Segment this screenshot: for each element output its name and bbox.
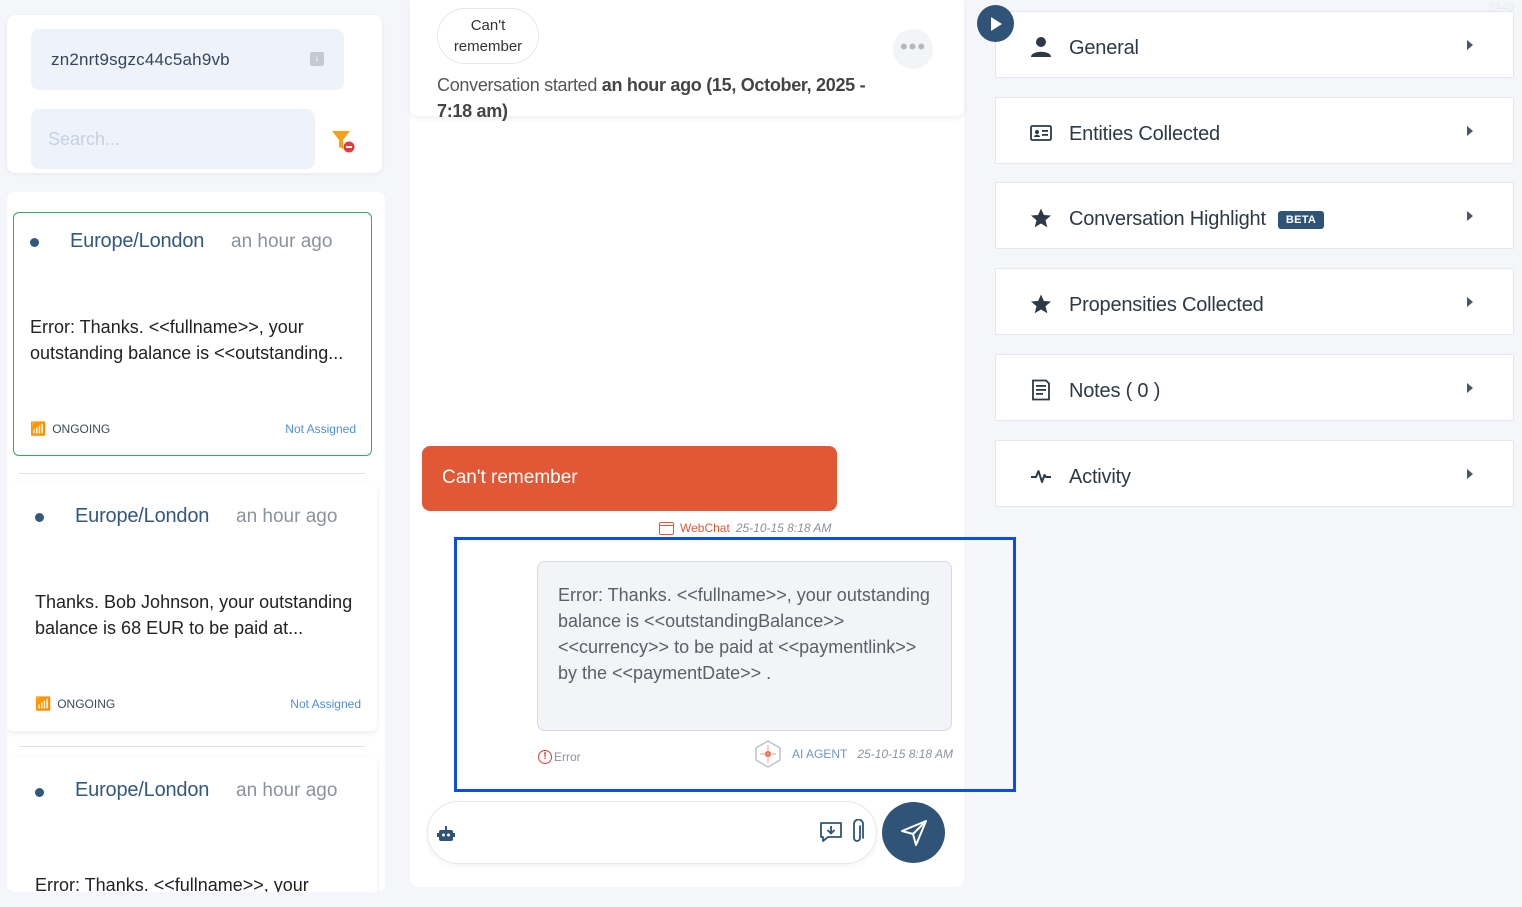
section-propensities-collected[interactable]: Propensities Collected bbox=[995, 268, 1514, 335]
activity-icon bbox=[1031, 470, 1051, 483]
started-prefix: Conversation started bbox=[437, 75, 602, 95]
message-timestamp: 25-10-15 8:18 AM bbox=[735, 521, 832, 535]
message-timestamp: 25-10-15 8:18 AM bbox=[857, 747, 953, 761]
channel-label: WebChat bbox=[680, 521, 730, 535]
divider bbox=[19, 473, 365, 474]
download-icon[interactable]: ↓ bbox=[310, 52, 324, 66]
section-label: Activity bbox=[1069, 466, 1131, 488]
send-button[interactable] bbox=[882, 802, 945, 863]
star-icon bbox=[1031, 208, 1051, 228]
search-input[interactable] bbox=[31, 109, 315, 169]
agent-label: AI AGENT bbox=[792, 747, 848, 761]
caret-right-icon bbox=[1467, 469, 1473, 479]
status-ongoing: 📶 ONGOING bbox=[30, 421, 110, 437]
caret-right-icon bbox=[1467, 383, 1473, 393]
conversation-timezone: Europe/London bbox=[75, 779, 210, 801]
top-message-pill: Can't remember bbox=[437, 8, 539, 64]
caret-right-icon bbox=[1467, 297, 1473, 307]
message-composer bbox=[427, 801, 877, 864]
quick-reply-icon[interactable] bbox=[819, 821, 843, 843]
play-icon bbox=[990, 16, 1002, 31]
conversation-started-text: Conversation started an hour ago (15, Oc… bbox=[437, 72, 897, 124]
section-label: Conversation Highlight bbox=[1069, 208, 1266, 230]
filter-clear-icon[interactable] bbox=[330, 128, 356, 154]
conversation-card-active[interactable]: Europe/London an hour ago Error: Thanks.… bbox=[13, 212, 372, 456]
message-input[interactable] bbox=[466, 816, 801, 850]
conversation-timezone: Europe/London bbox=[75, 505, 210, 527]
bot-icon[interactable] bbox=[436, 824, 456, 844]
webchat-icon bbox=[659, 521, 674, 535]
conversation-preview: Error: Thanks. <<fullname>>, your bbox=[35, 875, 309, 892]
status-label: ONGOING bbox=[57, 697, 116, 711]
assignment-link[interactable]: Not Assigned bbox=[290, 697, 361, 711]
user-message-bubble: Can't remember bbox=[422, 446, 837, 511]
divider bbox=[19, 746, 365, 747]
conversation-id-field[interactable]: zn2nrt9sgzc44c5ah9vb ↓ bbox=[31, 29, 344, 90]
agent-message-bubble: Error: Thanks. <<fullname>>, your outsta… bbox=[537, 561, 952, 731]
attachment-icon[interactable] bbox=[848, 819, 866, 845]
conversation-search-panel: zn2nrt9sgzc44c5ah9vb ↓ bbox=[7, 15, 382, 173]
section-general[interactable]: General bbox=[995, 11, 1514, 78]
conversation-preview: Error: Thanks. <<fullname>>, your outsta… bbox=[30, 317, 344, 363]
collapse-panel-button[interactable] bbox=[977, 5, 1014, 42]
section-activity[interactable]: Activity bbox=[995, 440, 1514, 507]
error-tag: ! Error bbox=[538, 750, 581, 764]
star-icon bbox=[1031, 294, 1051, 314]
conversation-list: Europe/London an hour ago Error: Thanks.… bbox=[7, 192, 385, 892]
chart-icon: 📶 bbox=[35, 696, 52, 711]
conversation-card[interactable]: Europe/London an hour ago Error: Thanks.… bbox=[7, 757, 377, 892]
more-options-button[interactable]: ••• bbox=[893, 29, 933, 69]
section-label: Entities Collected bbox=[1069, 123, 1220, 145]
status-dot bbox=[35, 788, 44, 797]
section-conversation-highlight[interactable]: Conversation Highlight BETA bbox=[995, 182, 1514, 249]
section-label: Propensities Collected bbox=[1069, 294, 1264, 316]
section-label: Notes ( 0 ) bbox=[1069, 380, 1161, 402]
assignment-link[interactable]: Not Assigned bbox=[285, 422, 356, 436]
user-icon bbox=[1031, 37, 1051, 57]
conversation-preview: Thanks. Bob Johnson, your outstanding ba… bbox=[35, 592, 353, 638]
caret-right-icon bbox=[1467, 211, 1473, 221]
conversation-id-text: zn2nrt9sgzc44c5ah9vb bbox=[51, 49, 230, 69]
error-icon: ! bbox=[538, 750, 552, 764]
section-notes[interactable]: Notes ( 0 ) bbox=[995, 354, 1514, 421]
agent-message-meta: AI AGENT 25-10-15 8:18 AM bbox=[754, 740, 953, 768]
error-label: Error bbox=[554, 750, 581, 764]
send-icon bbox=[900, 819, 927, 846]
notes-icon bbox=[1032, 379, 1050, 401]
conversation-time: an hour ago bbox=[236, 780, 338, 801]
section-label: General bbox=[1069, 37, 1139, 59]
caret-right-icon bbox=[1467, 40, 1473, 50]
beta-badge: BETA bbox=[1277, 210, 1325, 229]
conversation-time: an hour ago bbox=[231, 231, 333, 252]
conversation-card[interactable]: Europe/London an hour ago Thanks. Bob Jo… bbox=[7, 483, 377, 731]
status-ongoing: 📶 ONGOING bbox=[35, 696, 115, 712]
conversation-time: an hour ago bbox=[236, 506, 338, 527]
status-dot bbox=[35, 513, 44, 522]
user-message-meta: WebChat 25-10-15 8:18 AM bbox=[659, 521, 831, 535]
chart-icon: 📶 bbox=[30, 421, 47, 436]
status-dot bbox=[30, 238, 39, 247]
section-entities-collected[interactable]: Entities Collected bbox=[995, 97, 1514, 164]
status-label: ONGOING bbox=[52, 422, 111, 436]
id-card-icon bbox=[1030, 125, 1052, 141]
ai-agent-icon bbox=[755, 740, 781, 768]
conversation-timezone: Europe/London bbox=[70, 230, 205, 252]
caret-right-icon bbox=[1467, 126, 1473, 136]
